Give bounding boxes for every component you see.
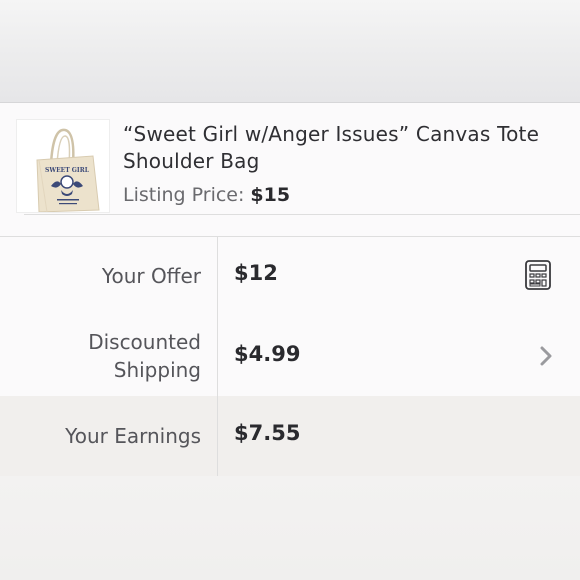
shipping-label-line2: Shipping	[113, 358, 201, 382]
earnings-label: Your Earnings	[65, 424, 201, 448]
bottom-background	[0, 476, 580, 580]
top-background	[0, 0, 580, 102]
earnings-column-divider	[217, 396, 218, 476]
shipping-label-line1: Discounted	[88, 330, 201, 354]
shipping-label: Discounted Shipping	[88, 328, 201, 384]
chevron-right-icon[interactable]	[539, 346, 553, 366]
offer-row[interactable]	[24, 134, 580, 215]
earnings-value: $7.55	[234, 421, 301, 445]
shipping-value: $4.99	[234, 342, 301, 366]
shipping-row[interactable]	[24, 214, 580, 294]
